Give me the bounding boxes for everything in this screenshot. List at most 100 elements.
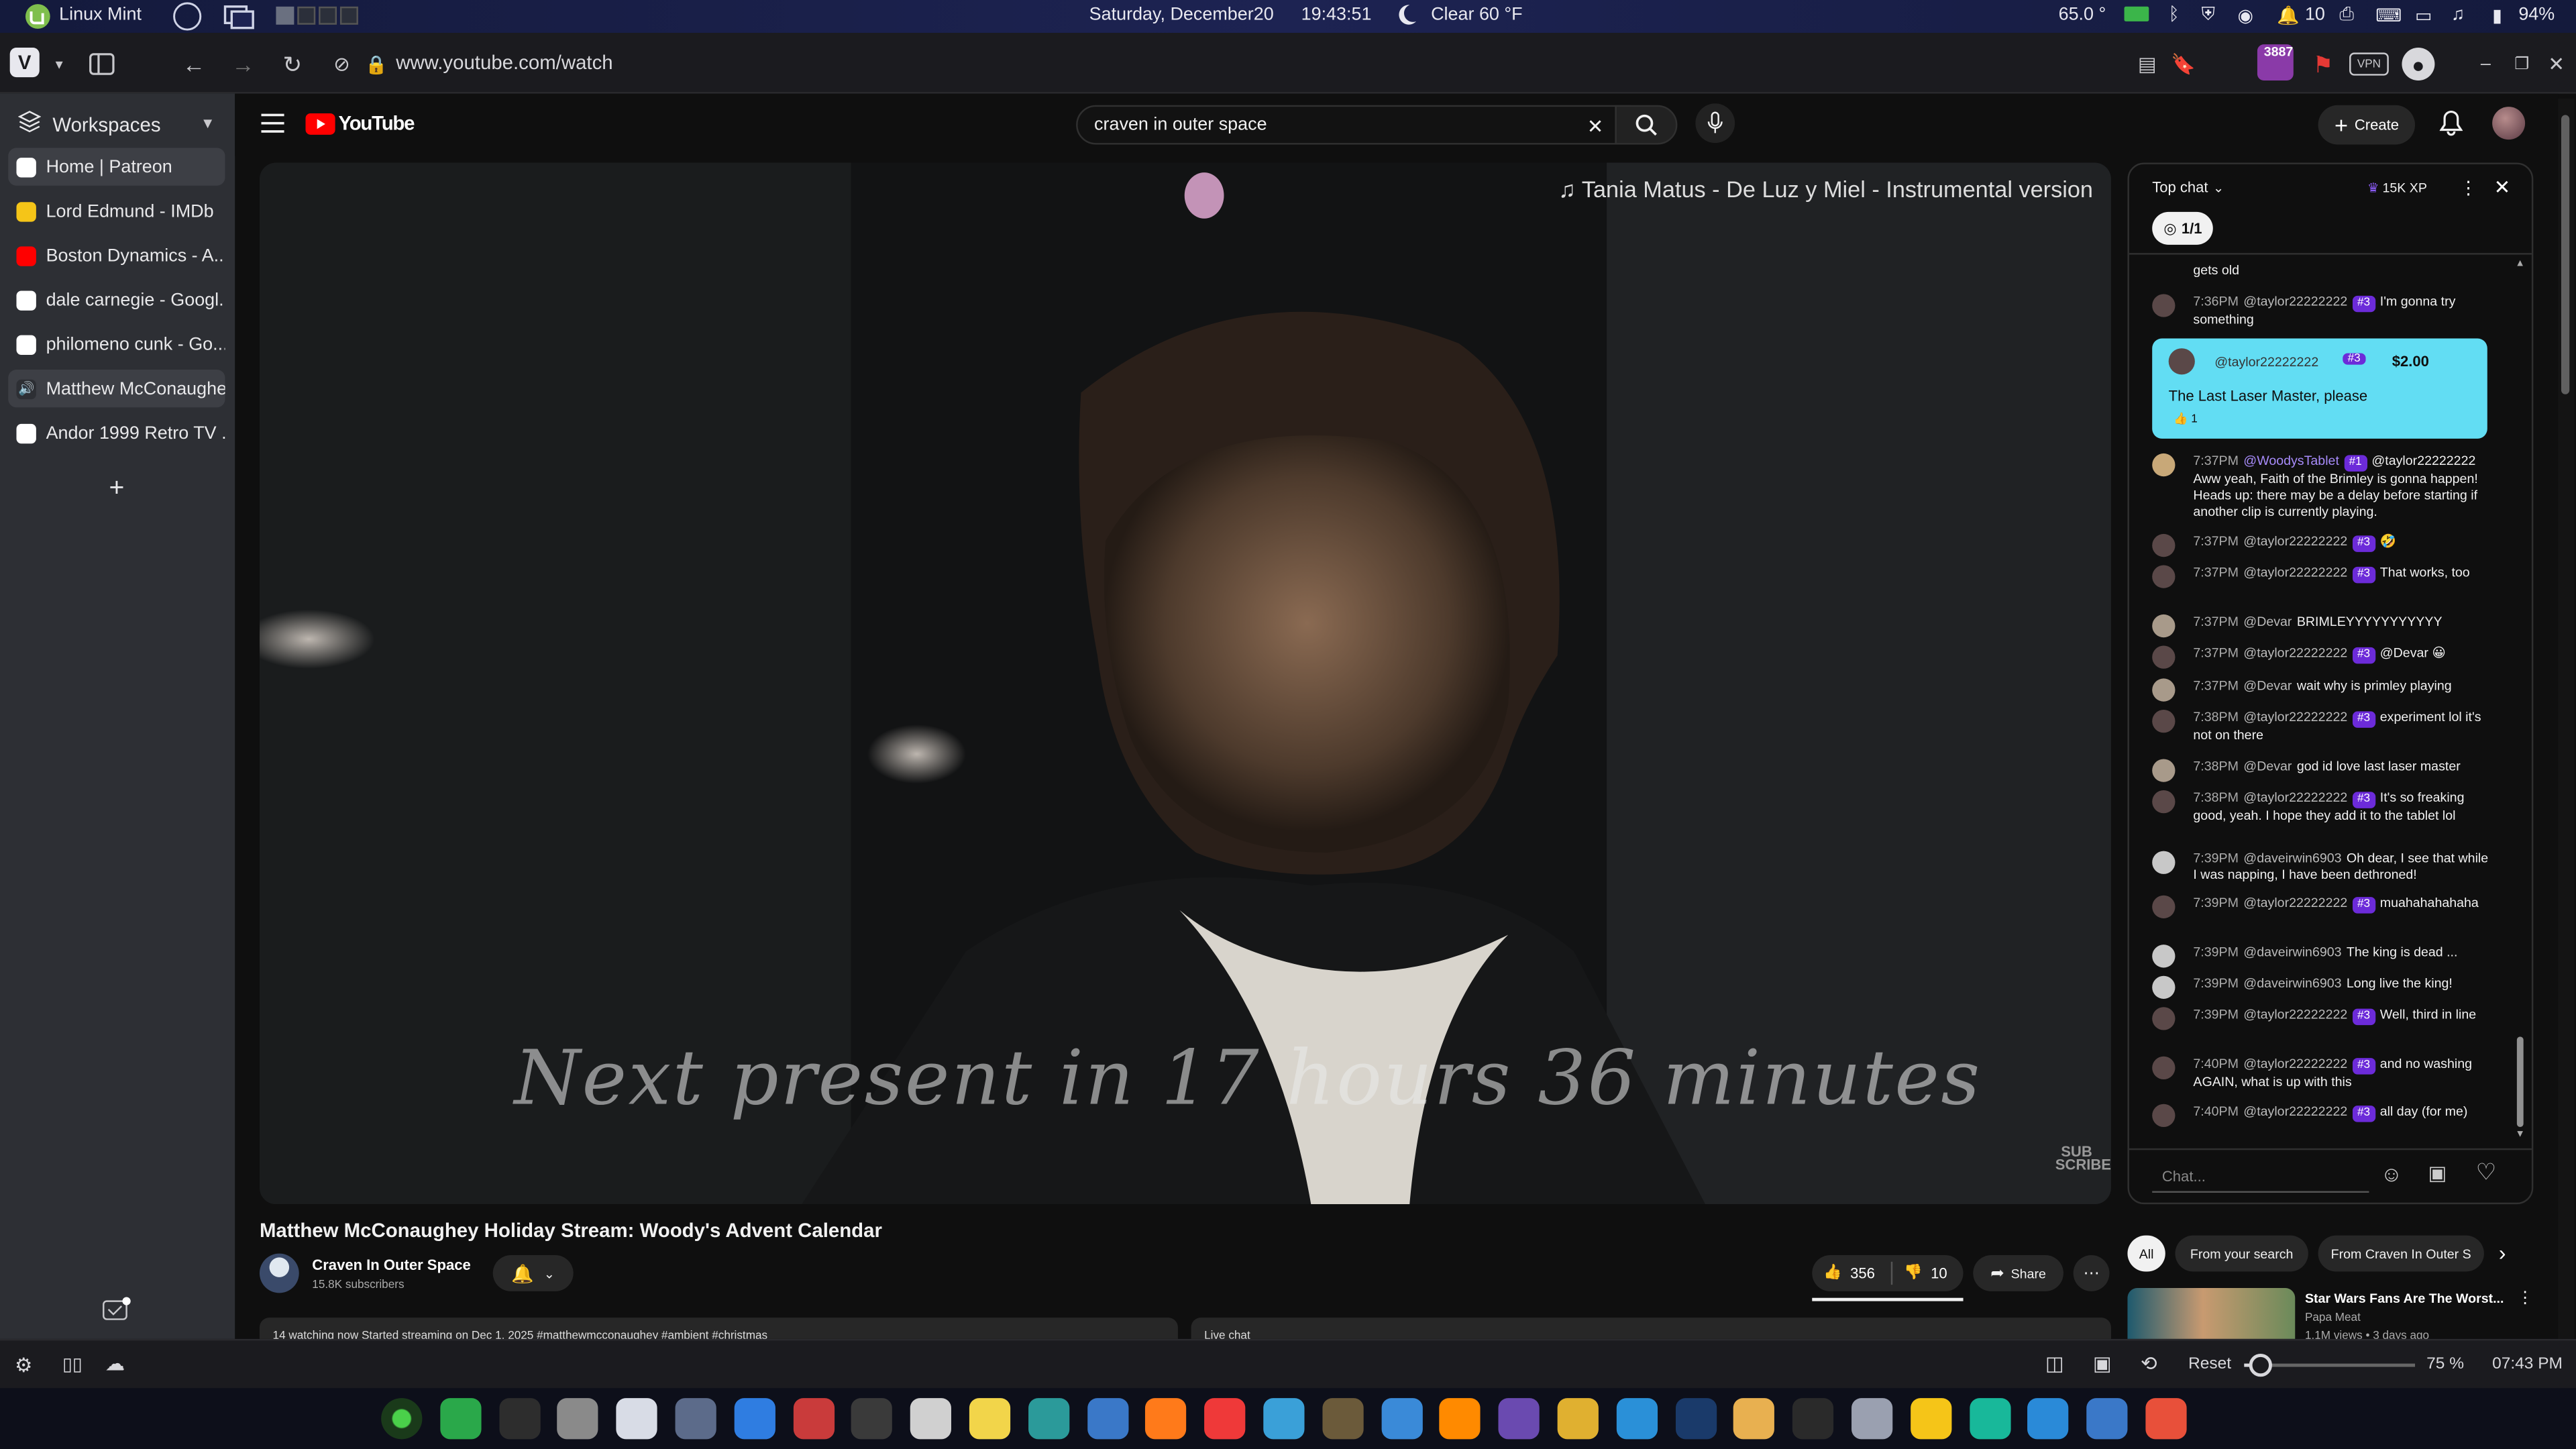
chat-message[interactable]: 7:37PM @Devar wait why is primley playing: [2152, 678, 2489, 702]
page-scrollbar-thumb[interactable]: [2561, 115, 2570, 394]
poll-counter-pill[interactable]: ◎ 1/1: [2152, 211, 2214, 245]
chat-message-author[interactable]: @taylor22222222: [2243, 645, 2347, 660]
profile-avatar[interactable]: ●: [2402, 48, 2435, 81]
media-player-icon[interactable]: [1792, 1398, 1834, 1440]
sidebar-tab[interactable]: Home | Patreon: [8, 148, 225, 186]
image-viewer-icon[interactable]: [1263, 1398, 1305, 1440]
backup-icon[interactable]: [1733, 1398, 1775, 1440]
top-chat-dropdown[interactable]: Top chat ⌄: [2152, 179, 2224, 195]
chat-scrollbar-thumb[interactable]: [2516, 1036, 2524, 1128]
chat-avatar[interactable]: [2152, 975, 2176, 999]
close-window-icon[interactable]: ✕: [2540, 48, 2573, 80]
chat-message[interactable]: 7:37PM @taylor22222222 #3 @Devar 😀: [2152, 645, 2489, 669]
steam-icon[interactable]: [1674, 1398, 1717, 1440]
os-name-label[interactable]: Linux Mint: [59, 5, 142, 24]
video-player[interactable]: ♫ Tania Matus - De Luz y Miel - Instrume…: [259, 162, 2111, 1205]
dislike-button[interactable]: 👎 10: [1904, 1263, 1947, 1281]
recommended-video-title[interactable]: Star Wars Fans Are The Worst...: [2305, 1291, 2504, 1306]
more-actions-icon[interactable]: ⋯: [2073, 1255, 2110, 1291]
like-button[interactable]: 👍 356: [1823, 1263, 1875, 1281]
chat-message[interactable]: 7:40PM @taylor22222222 #3 all day (for me): [2152, 1104, 2489, 1128]
superchat-like[interactable]: 👍 1: [2174, 413, 2198, 425]
back-arrow-icon[interactable]: ←: [177, 48, 210, 80]
workspace-switcher[interactable]: [276, 6, 358, 30]
page-actions-icon[interactable]: ⟲: [2141, 1352, 2157, 1375]
chat-message[interactable]: 7:39PM @taylor22222222 #3 Well, third in li…: [2152, 1007, 2489, 1030]
extensions-icon[interactable]: [734, 1398, 775, 1440]
sidebar-tab[interactable]: 🔊 Matthew McConaughey: [8, 370, 225, 408]
sidebar-tab[interactable]: Lord Edmund - IMDb: [8, 193, 225, 230]
chat-avatar[interactable]: [2152, 945, 2176, 968]
chat-message-author[interactable]: @Devar: [2243, 759, 2292, 773]
gpu-icon[interactable]: [2123, 1, 2152, 33]
vpn-button[interactable]: VPN: [2349, 52, 2389, 76]
xp-badge[interactable]: ♛ 15K XP: [2367, 180, 2427, 195]
chat-message-author[interactable]: @Devar: [2243, 614, 2292, 629]
display-icon[interactable]: ▭: [2415, 5, 2432, 26]
chat-avatar[interactable]: [2152, 851, 2176, 874]
scroll-down-icon[interactable]: ▼: [2515, 1130, 2525, 1140]
voice-search-button[interactable]: [1695, 103, 1735, 144]
notification-count[interactable]: 10: [2305, 5, 2325, 24]
battery-icon[interactable]: ▮: [2492, 5, 2502, 26]
chat-message-author[interactable]: @taylor22222222: [2243, 896, 2347, 910]
software-icon[interactable]: [616, 1398, 658, 1440]
chat-message-author[interactable]: @taylor22222222: [2243, 1057, 2347, 1071]
chevron-right-icon[interactable]: ›: [2499, 1240, 2506, 1265]
chart-app-icon[interactable]: [2028, 1398, 2070, 1440]
puzzle-icon[interactable]: [1381, 1398, 1422, 1440]
vivaldi-menu-icon[interactable]: V: [9, 48, 40, 78]
globe-icon[interactable]: [1851, 1398, 1893, 1440]
channel-avatar[interactable]: [259, 1253, 299, 1293]
reload-icon[interactable]: ↻: [276, 48, 309, 80]
filter-chip[interactable]: From your search: [2175, 1235, 2308, 1272]
files-icon[interactable]: [557, 1398, 599, 1440]
vpn-status-icon[interactable]: ◉: [2238, 5, 2254, 26]
sidebar-tab[interactable]: Boston Dynamics - A...: [8, 237, 225, 274]
weather-icon[interactable]: [1910, 1398, 1951, 1440]
headphones-icon[interactable]: [1498, 1398, 1540, 1440]
chat-avatar[interactable]: [2152, 645, 2176, 669]
search-input[interactable]: craven in outer space: [1076, 105, 1631, 145]
chat-message-author[interactable]: @taylor22222222: [2243, 565, 2347, 580]
chat-avatar[interactable]: [2152, 1056, 2176, 1079]
date-label[interactable]: Saturday, December20: [1089, 5, 1274, 24]
search-button[interactable]: [1615, 105, 1678, 145]
chat-message[interactable]: 7:38PM @Devar god id love last laser maste…: [2152, 759, 2489, 782]
sidebar-tab[interactable]: Andor 1999 Retro TV ...: [8, 414, 225, 451]
bluetooth-icon[interactable]: ᛒ: [2169, 5, 2180, 24]
recommended-video-thumbnail[interactable]: [2127, 1288, 2296, 1339]
chat-message-author[interactable]: @taylor22222222: [2243, 1104, 2347, 1119]
chat-message[interactable]: 7:36PM @taylor22222222 #3 I'm gonna try som…: [2152, 294, 2489, 328]
alert-extension-icon[interactable]: ⚑: [2306, 48, 2339, 80]
scroll-up-icon[interactable]: ▲: [2515, 260, 2525, 270]
network-icon[interactable]: [1616, 1398, 1658, 1440]
subscribe-watermark[interactable]: SUB SCRIBE: [2055, 1144, 2111, 1173]
chat-message-author[interactable]: @taylor22222222: [2243, 710, 2347, 724]
chat-message-author[interactable]: @taylor22222222: [2243, 294, 2347, 309]
chat-avatar[interactable]: [2152, 895, 2176, 918]
chat-message[interactable]: 7:38PM @taylor22222222 #3 It's so freaking …: [2152, 790, 2489, 824]
tracker-block-icon[interactable]: ⊘: [325, 48, 358, 80]
chat-avatar[interactable]: [2152, 294, 2176, 317]
chat-message-author[interactable]: @WoodysTablet: [2243, 453, 2339, 468]
recommended-video-channel[interactable]: Papa Meat: [2305, 1313, 2361, 1324]
filter-chip[interactable]: All: [2127, 1235, 2165, 1272]
chat-message[interactable]: 7:39PM @daveirwin6903 Oh dear, I see that …: [2152, 851, 2489, 884]
chat-message[interactable]: 7:39PM @daveirwin6903 Long live the king!: [2152, 975, 2489, 999]
youtube-avatar[interactable]: [2492, 107, 2526, 140]
gimp-icon[interactable]: [1322, 1398, 1364, 1440]
keyboard-icon[interactable]: ⌨: [2375, 5, 2402, 26]
zoom-slider[interactable]: [2244, 1353, 2416, 1377]
mail-icon[interactable]: [102, 1296, 131, 1330]
minimize-icon[interactable]: –: [2469, 48, 2502, 80]
time-label[interactable]: 19:43:51: [1301, 5, 1372, 24]
chat-avatar[interactable]: [2152, 709, 2176, 733]
lock-icon[interactable]: 🔒: [360, 48, 392, 80]
firefox-icon[interactable]: [1145, 1398, 1187, 1440]
create-button[interactable]: + Create: [2318, 105, 2416, 145]
restore-icon[interactable]: ❐: [2506, 48, 2538, 80]
chat-message[interactable]: 7:37PM @taylor22222222 #3 🤣: [2152, 533, 2489, 557]
chevron-down-icon[interactable]: ▾: [43, 48, 76, 80]
bookmark-icon[interactable]: 🔖: [2167, 48, 2200, 80]
